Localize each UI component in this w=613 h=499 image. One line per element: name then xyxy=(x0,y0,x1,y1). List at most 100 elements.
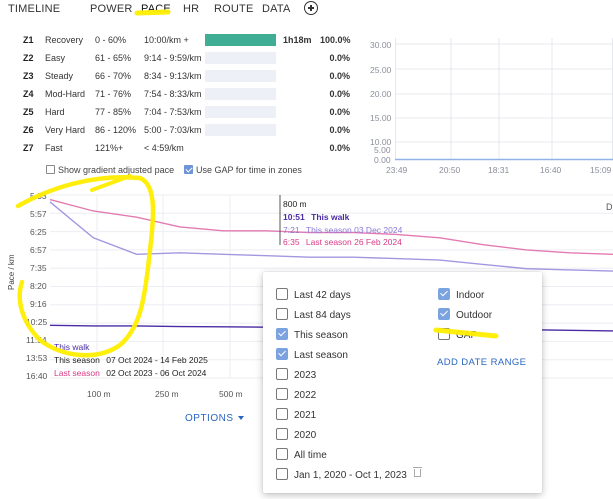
menu-item-outdoor[interactable]: Outdoor xyxy=(438,308,492,321)
tooltip-distance: 800 m xyxy=(283,199,307,209)
zone-name: Mod-Hard xyxy=(45,89,86,99)
tab-hr[interactable]: HR xyxy=(183,3,199,15)
zone-share: 0.0% xyxy=(329,53,350,63)
menu-item-label: Jan 1, 2020 - Oct 1, 2023 xyxy=(294,470,407,481)
menu-item-last-84-days[interactable]: Last 84 days xyxy=(276,308,351,321)
x-tick-label: 250 m xyxy=(155,389,179,399)
zone-code: Z5 xyxy=(23,107,34,117)
y-tick-label: 7:35 xyxy=(30,263,47,273)
menu-checkbox[interactable] xyxy=(438,308,450,320)
zone-bar xyxy=(205,142,276,154)
gradient-pace-checkbox[interactable] xyxy=(46,165,55,174)
add-date-range-button[interactable]: ADD DATE RANGE xyxy=(437,357,526,368)
menu-checkbox[interactable] xyxy=(276,428,288,440)
menu-item-2021[interactable]: 2021 xyxy=(276,408,316,421)
tab-pace[interactable]: PACE xyxy=(141,3,171,15)
menu-checkbox[interactable] xyxy=(276,388,288,400)
menu-item-this-season[interactable]: This season xyxy=(276,328,348,341)
menu-checkbox[interactable] xyxy=(276,348,288,360)
mini-y-tick: 20.00 xyxy=(370,89,392,99)
mini-chart-plot xyxy=(395,38,613,161)
menu-item-all-time[interactable]: All time xyxy=(276,448,327,461)
zone-name: Steady xyxy=(45,71,74,81)
gradient-pace-label: Show gradient adjusted pace xyxy=(58,165,175,175)
gap-zones-toggle[interactable]: Use GAP for time in zones xyxy=(184,165,302,175)
legend-this-season: This season 07 Oct 2024 - 14 Feb 2025 xyxy=(54,355,208,365)
menu-checkbox[interactable] xyxy=(276,368,288,380)
tooltip-row: 7:21 This season 03 Dec 2024 xyxy=(283,225,402,235)
legend-this-season-label: This season xyxy=(54,355,100,365)
tooltip-pace: 6:35 xyxy=(283,237,300,247)
menu-item-2023[interactable]: 2023 xyxy=(276,368,316,381)
zone-pace: 10:00/km + xyxy=(144,35,189,45)
zone-name: Very Hard xyxy=(45,125,86,135)
zone-percent: 77 - 85% xyxy=(95,107,132,117)
mini-x-tick: 20:50 xyxy=(439,165,461,175)
y-tick-label: 6:25 xyxy=(30,227,47,237)
menu-item-label: 2020 xyxy=(294,430,317,441)
zone-time: 1h18m xyxy=(283,35,312,45)
zone-bar xyxy=(205,70,276,82)
menu-item-label: All time xyxy=(294,450,327,461)
tab-timeline[interactable]: TIMELINE xyxy=(8,3,60,15)
mini-y-tick: 25.00 xyxy=(370,65,392,75)
menu-checkbox[interactable] xyxy=(276,408,288,420)
gap-zones-label: Use GAP for time in zones xyxy=(196,165,302,175)
add-tab-icon[interactable] xyxy=(304,1,318,15)
mini-x-tick: 15:09 xyxy=(590,165,612,175)
zone-code: Z3 xyxy=(23,71,34,81)
y-tick-label: 5:57 xyxy=(30,209,47,219)
menu-checkbox[interactable] xyxy=(276,288,288,300)
menu-item-gap[interactable]: GAP xyxy=(438,328,477,341)
tab-data[interactable]: DATA xyxy=(262,3,291,15)
menu-item-last-42-days[interactable]: Last 42 days xyxy=(276,288,351,301)
zone-pace: 7:04 - 7:53/km xyxy=(144,107,202,117)
legend-this-walk: This walk xyxy=(54,342,90,352)
menu-item-2020[interactable]: 2020 xyxy=(276,428,316,441)
y-tick-label: 16:40 xyxy=(26,371,48,381)
tab-power[interactable]: POWER xyxy=(90,3,133,15)
menu-checkbox[interactable] xyxy=(276,308,288,320)
tab-route[interactable]: ROUTE xyxy=(214,3,254,15)
zone-percent: 121%+ xyxy=(95,143,124,153)
zone-code: Z1 xyxy=(23,35,34,45)
zone-pace: < 4:59/km xyxy=(144,143,184,153)
zone-share: 0.0% xyxy=(329,143,350,153)
legend-last-season: Last season 02 Oct 2023 - 06 Oct 2024 xyxy=(54,368,206,378)
menu-checkbox[interactable] xyxy=(276,448,288,460)
legend-last-season-label: Last season xyxy=(54,368,100,378)
zone-bar xyxy=(205,52,276,64)
y-tick-label: 10:25 xyxy=(26,317,48,327)
trash-icon[interactable] xyxy=(413,467,422,477)
y-tick-label: 9:16 xyxy=(30,299,47,309)
menu-item-label: Last 42 days xyxy=(294,290,351,301)
tab-bar: TIMELINE POWER PACE HR ROUTE DATA xyxy=(0,0,613,22)
zone-percent: 66 - 70% xyxy=(95,71,132,81)
zone-pace: 9:14 - 9:59/km xyxy=(144,53,202,63)
y-tick-label: 8:20 xyxy=(30,281,47,291)
y-axis-label: Pace / km xyxy=(7,254,16,290)
gap-zones-checkbox[interactable] xyxy=(184,165,193,174)
menu-item-custom-range[interactable]: Jan 1, 2020 - Oct 1, 2023 xyxy=(276,468,407,481)
zone-pace: 7:54 - 8:33/km xyxy=(144,89,202,99)
menu-item-2022[interactable]: 2022 xyxy=(276,388,316,401)
menu-item-last-season[interactable]: Last season xyxy=(276,348,348,361)
menu-checkbox[interactable] xyxy=(438,288,450,300)
zone-code: Z6 xyxy=(23,125,34,135)
caret-down-icon xyxy=(237,416,244,420)
tooltip-row: 6:35 Last season 26 Feb 2024 xyxy=(283,237,402,247)
zone-code: Z7 xyxy=(23,143,34,153)
menu-checkbox[interactable] xyxy=(276,468,288,480)
mini-y-tick: 5.00 xyxy=(374,145,391,155)
menu-item-indoor[interactable]: Indoor xyxy=(438,288,484,301)
tooltip-pace: 10:51 xyxy=(283,212,305,222)
zone-share: 100.0% xyxy=(320,35,351,45)
options-button[interactable]: OPTIONS xyxy=(185,413,244,424)
menu-checkbox[interactable] xyxy=(276,328,288,340)
gradient-pace-toggle[interactable]: Show gradient adjusted pace xyxy=(46,165,174,175)
zone-percent: 61 - 65% xyxy=(95,53,132,63)
legend-this-season-dates: 07 Oct 2024 - 14 Feb 2025 xyxy=(106,355,208,365)
menu-checkbox[interactable] xyxy=(438,328,450,340)
menu-item-label: Last season xyxy=(294,350,348,361)
zone-share: 0.0% xyxy=(329,125,350,135)
